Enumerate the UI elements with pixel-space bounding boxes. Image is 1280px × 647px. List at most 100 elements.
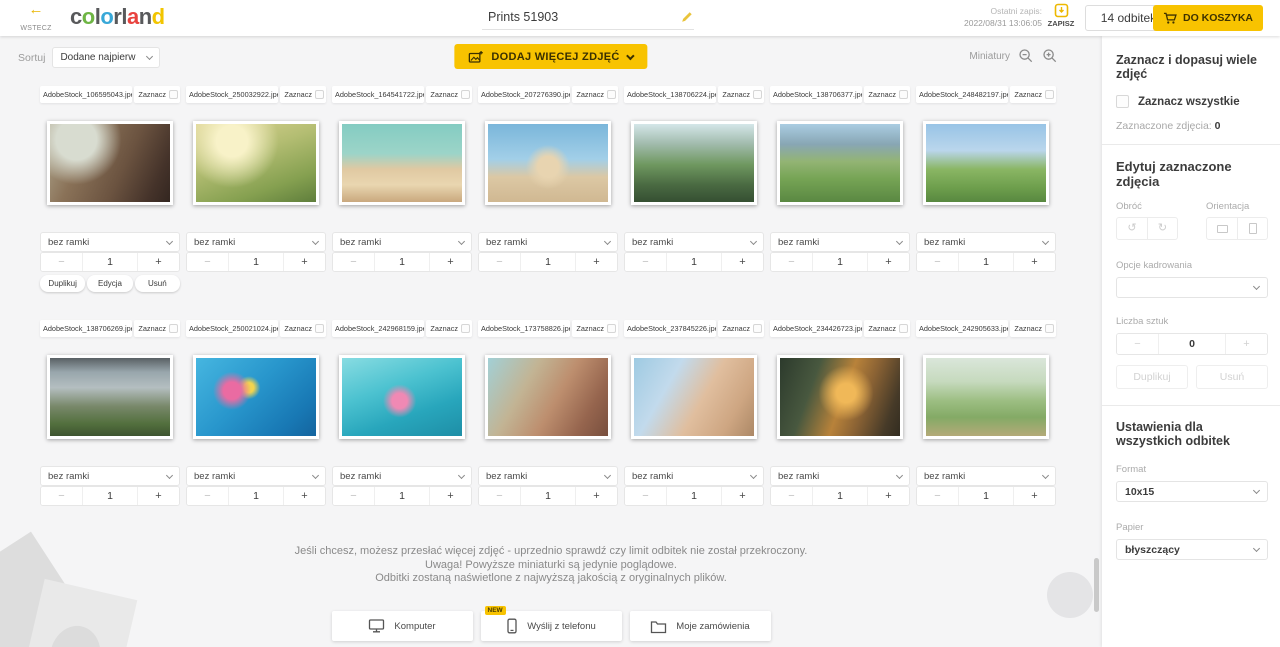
quantity-decrease-button[interactable]: − [771,253,813,271]
photo-select-toggle[interactable]: Zaznacz [426,320,472,337]
quantity-decrease-button[interactable]: − [187,487,229,505]
frame-select[interactable]: bez ramki [770,466,910,486]
photo-select-toggle[interactable]: Zaznacz [572,320,618,337]
photo-select-toggle[interactable]: Zaznacz [572,86,618,103]
quantity-increase-button[interactable]: + [1013,253,1055,271]
sort-select[interactable]: Dodane najpierw [52,47,160,68]
quantity-decrease-button[interactable]: − [1117,334,1159,354]
photo-select-checkbox[interactable] [315,90,324,99]
project-name-field[interactable]: Prints 51903 [482,4,694,30]
photo-thumbnail[interactable] [47,355,173,439]
phone-upload-button[interactable]: NEW Wyślij z telefonu [481,611,622,641]
frame-select[interactable]: bez ramki [916,232,1056,252]
rotate-cw-button[interactable]: ↻ [1147,218,1177,239]
quantity-decrease-button[interactable]: − [333,253,375,271]
photo-select-toggle[interactable]: Zaznacz [426,86,472,103]
photo-thumbnail[interactable] [777,355,903,439]
photo-thumbnail[interactable] [631,355,757,439]
quantity-decrease-button[interactable]: − [771,487,813,505]
photo-select-toggle[interactable]: Zaznacz [1010,320,1056,337]
frame-select[interactable]: bez ramki [478,232,618,252]
zoom-in-icon[interactable] [1042,48,1058,64]
back-button[interactable]: ← WSTECZ [16,3,56,35]
photo-select-checkbox[interactable] [315,324,324,333]
photo-thumbnail[interactable] [923,121,1049,205]
photo-select-checkbox[interactable] [1045,324,1054,333]
add-more-photos-button[interactable]: DODAJ WIĘCEJ ZDJĘĆ [454,44,647,69]
orientation-portrait-button[interactable] [1237,218,1267,239]
photo-select-checkbox[interactable] [607,90,616,99]
frame-select[interactable]: bez ramki [332,466,472,486]
photo-select-checkbox[interactable] [169,324,178,333]
photo-select-checkbox[interactable] [169,90,178,99]
rotate-ccw-button[interactable]: ↺ [1117,218,1147,239]
quantity-decrease-button[interactable]: − [187,253,229,271]
quantity-increase-button[interactable]: + [721,253,763,271]
photo-select-toggle[interactable]: Zaznacz [280,86,326,103]
quantity-increase-button[interactable]: + [429,253,471,271]
photo-select-toggle[interactable]: Zaznacz [280,320,326,337]
quantity-increase-button[interactable]: + [429,487,471,505]
quantity-increase-button[interactable]: + [1225,334,1267,354]
photo-thumbnail[interactable] [193,355,319,439]
select-all-checkbox[interactable] [1116,95,1129,108]
quantity-decrease-button[interactable]: − [479,487,521,505]
photo-select-toggle[interactable]: Zaznacz [1010,86,1056,103]
quantity-decrease-button[interactable]: − [625,253,667,271]
quantity-decrease-button[interactable]: − [625,487,667,505]
photo-thumbnail[interactable] [339,355,465,439]
photo-select-toggle[interactable]: Zaznacz [134,320,180,337]
duplicate-selected-button[interactable]: Duplikuj [1116,365,1188,389]
edit-button[interactable]: Edycja [87,275,132,292]
photo-select-toggle[interactable]: Zaznacz [134,86,180,103]
frame-select[interactable]: bez ramki [40,466,180,486]
frame-select[interactable]: bez ramki [624,232,764,252]
quantity-increase-button[interactable]: + [283,253,325,271]
paper-select[interactable]: błyszczący [1116,539,1268,560]
frame-select[interactable]: bez ramki [624,466,764,486]
photo-select-checkbox[interactable] [753,90,762,99]
frame-select[interactable]: bez ramki [916,466,1056,486]
my-orders-button[interactable]: Moje zamówienia [630,611,771,641]
quantity-decrease-button[interactable]: − [917,487,959,505]
quantity-decrease-button[interactable]: − [917,253,959,271]
quantity-increase-button[interactable]: + [867,253,909,271]
photo-select-toggle[interactable]: Zaznacz [864,86,910,103]
photo-select-toggle[interactable]: Zaznacz [864,320,910,337]
quantity-increase-button[interactable]: + [283,487,325,505]
orientation-landscape-button[interactable] [1207,218,1237,239]
format-select[interactable]: 10x15 [1116,481,1268,502]
quantity-decrease-button[interactable]: − [479,253,521,271]
photo-select-checkbox[interactable] [461,324,470,333]
frame-select[interactable]: bez ramki [186,466,326,486]
photo-thumbnail[interactable] [923,355,1049,439]
photo-select-checkbox[interactable] [899,90,908,99]
photo-thumbnail[interactable] [193,121,319,205]
delete-button[interactable]: Usuń [135,275,180,292]
photo-thumbnail[interactable] [339,121,465,205]
crop-options-select[interactable] [1116,277,1268,298]
add-to-cart-button[interactable]: DO KOSZYKA [1153,5,1263,31]
quantity-increase-button[interactable]: + [137,253,179,271]
floating-action-circle[interactable] [1047,572,1093,618]
main-scrollbar-thumb[interactable] [1094,558,1099,612]
photo-select-checkbox[interactable] [753,324,762,333]
photo-thumbnail[interactable] [631,121,757,205]
quantity-increase-button[interactable]: + [575,487,617,505]
photo-thumbnail[interactable] [777,121,903,205]
quantity-increase-button[interactable]: + [867,487,909,505]
quantity-increase-button[interactable]: + [137,487,179,505]
save-button[interactable]: ZAPISZ [1044,3,1078,28]
photo-thumbnail[interactable] [485,121,611,205]
photo-select-toggle[interactable]: Zaznacz [718,320,764,337]
quantity-increase-button[interactable]: + [721,487,763,505]
zoom-out-icon[interactable] [1018,48,1034,64]
quantity-decrease-button[interactable]: − [333,487,375,505]
photo-select-checkbox[interactable] [461,90,470,99]
photo-thumbnail[interactable] [47,121,173,205]
frame-select[interactable]: bez ramki [186,232,326,252]
edit-pencil-icon[interactable] [680,10,694,24]
select-all-toggle[interactable]: Zaznacz wszystkie [1116,95,1268,108]
photo-select-checkbox[interactable] [899,324,908,333]
frame-select[interactable]: bez ramki [770,232,910,252]
